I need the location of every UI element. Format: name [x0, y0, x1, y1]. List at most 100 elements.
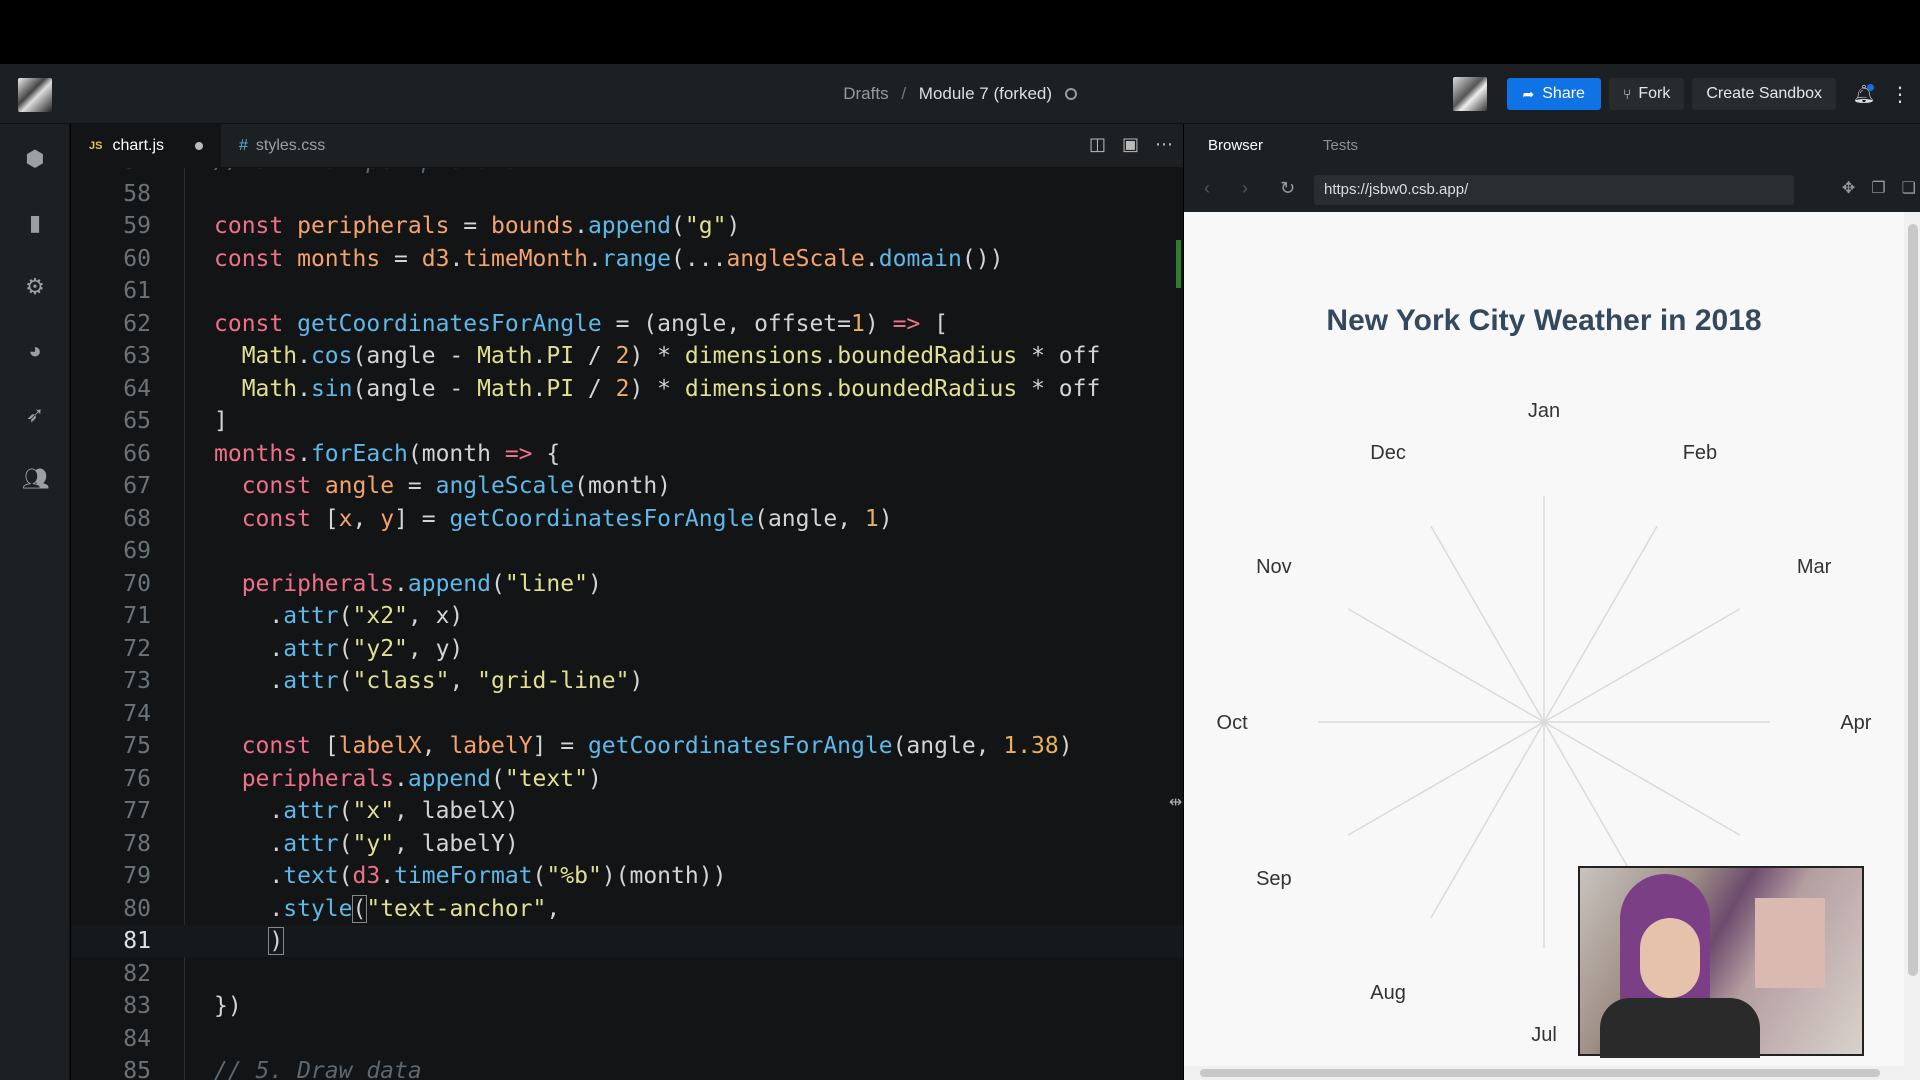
app-header: Drafts / Module 7 (forked) ➦ Share ⑂ For… — [0, 64, 1920, 124]
code-text: peripherals.append("line") — [241, 570, 602, 597]
activity-sidebar: ⬢ ▮ ⚙ ◕ ➶ 👥︎ — [0, 124, 70, 1080]
code-line[interactable]: 65] — [71, 405, 1183, 437]
code-line[interactable]: 63 Math.cos(angle - Math.PI / 2) * dimen… — [71, 340, 1183, 372]
tab-browser[interactable]: Browser — [1208, 124, 1263, 168]
fork-button[interactable]: ⑂ Fork — [1608, 78, 1685, 110]
line-number: 62 — [123, 310, 151, 337]
code-line[interactable]: 84 — [71, 1023, 1183, 1055]
tab-tests[interactable]: Tests — [1323, 124, 1358, 168]
code-line[interactable]: 77 .attr("x", labelX) — [71, 795, 1183, 827]
webcam-overlay — [1578, 866, 1864, 1058]
line-number: 64 — [123, 375, 151, 402]
code-text: ) — [268, 927, 285, 955]
code-text: // 5. Draw data — [214, 1058, 422, 1080]
horizontal-scrollbar[interactable] — [1184, 1066, 1920, 1080]
code-editor[interactable]: ⇹ 57// 3. Draw peripherals5859const peri… — [71, 168, 1183, 1080]
breadcrumb-root[interactable]: Drafts — [843, 84, 888, 103]
line-number: 57 — [71, 168, 151, 177]
code-text: const getCoordinatesForAngle = (angle, o… — [214, 310, 948, 337]
share-icon: ➦ — [1522, 85, 1535, 102]
globe-icon[interactable] — [1064, 88, 1077, 100]
code-line[interactable]: 72 .attr("y2", y) — [71, 633, 1183, 665]
line-number: 85 — [123, 1058, 151, 1080]
scrollbar-thumb[interactable] — [1200, 1069, 1880, 1077]
file-icon[interactable]: ▮ — [22, 210, 48, 236]
more-icon[interactable]: ⋯ — [1155, 134, 1173, 155]
line-number: 66 — [123, 440, 151, 467]
code-line[interactable]: 70 peripherals.append("line") — [71, 568, 1183, 600]
code-line[interactable]: 80 .style("text-anchor", — [71, 893, 1183, 925]
notification-dot — [1867, 84, 1874, 91]
users-icon[interactable]: 👥︎ — [22, 466, 50, 492]
code-text: const angle = angleScale(month) — [241, 473, 672, 499]
vertical-scrollbar[interactable] — [1904, 212, 1920, 1080]
code-line[interactable]: 78 .attr("y", labelY) — [71, 828, 1183, 860]
tab-styles-css[interactable]: # styles.css — [221, 124, 391, 168]
more-menu-button[interactable]: ⋮ — [1880, 78, 1920, 110]
code-line[interactable]: 71 .attr("x2", x) — [71, 600, 1183, 632]
code-line[interactable]: 76 peripherals.append("text") — [71, 763, 1183, 795]
copy-icon[interactable]: ❏ — [1902, 178, 1916, 198]
share-button-label: Share — [1542, 85, 1585, 102]
code-line[interactable]: 74 — [71, 698, 1183, 730]
line-number: 78 — [123, 830, 151, 857]
split-view-icon[interactable]: ◫ — [1089, 134, 1106, 155]
breadcrumb-separator: / — [901, 84, 907, 103]
code-line[interactable]: 66 months.forEach(month => { — [71, 438, 1183, 470]
share-button[interactable]: ➦ Share — [1506, 78, 1601, 110]
code-line[interactable]: 59 const peripherals = bounds.append("g") — [71, 210, 1183, 242]
code-line[interactable]: 75 const [labelX, labelY] = getCoordinat… — [71, 730, 1183, 762]
line-number: 80 — [123, 895, 151, 922]
create-sandbox-button[interactable]: Create Sandbox — [1692, 78, 1836, 110]
code-line[interactable]: 73 .attr("class", "grid-line") — [71, 665, 1183, 697]
code-line[interactable]: 85 // 5. Draw data — [71, 1055, 1183, 1080]
code-text: .attr("class", "grid-line") — [214, 668, 644, 694]
header-actions: ➦ Share ⑂ Fork Create Sandbox 🔔︎ ⋮ — [1452, 76, 1920, 112]
code-line[interactable]: 60 const months = d3.timeMonth.range(...a… — [71, 243, 1183, 275]
code-line[interactable]: 64 Math.sin(angle - Math.PI / 2) * dimen… — [71, 373, 1183, 405]
preview-window-icon[interactable]: ▣ — [1122, 134, 1139, 155]
line-number: 69 — [123, 538, 151, 564]
code-line[interactable]: 81 ) — [71, 925, 1183, 957]
code-text: }) — [214, 993, 242, 1019]
tab-label: chart.js — [112, 137, 165, 154]
forward-icon[interactable]: › — [1242, 178, 1248, 199]
expand-icon[interactable]: ✥ — [1842, 178, 1855, 198]
back-icon[interactable]: ‹ — [1204, 178, 1210, 199]
rocket-icon[interactable]: ➶ — [22, 402, 48, 428]
line-number: 60 — [123, 245, 151, 272]
line-number: 77 — [123, 798, 151, 824]
code-line[interactable]: 79 .text(d3.timeFormat("%b")(month)) — [71, 860, 1183, 892]
line-number: 74 — [123, 700, 151, 727]
code-line[interactable]: 67 const angle = angleScale(month) — [71, 470, 1183, 502]
code-text: Math.cos(angle - Math.PI / 2) * dimensio… — [241, 343, 1101, 369]
month-label: Jan — [1528, 400, 1560, 422]
line-number: 82 — [123, 960, 151, 987]
notifications-button[interactable]: 🔔︎ — [1848, 78, 1880, 110]
gear-icon[interactable]: ⚙ — [22, 274, 48, 300]
scrollbar-thumb[interactable] — [1908, 224, 1918, 976]
month-label: Mar — [1797, 556, 1832, 578]
tab-chart-js[interactable]: JS chart.js — [71, 124, 221, 168]
code-line[interactable]: 57 // 3. Draw peripherals — [71, 168, 1183, 177]
sandbox-title[interactable]: Module 7 (forked) — [919, 84, 1052, 103]
url-input[interactable]: https://jsbw0.csb.app/ — [1314, 175, 1794, 205]
code-line[interactable]: 58 — [71, 178, 1183, 210]
avatar[interactable] — [1452, 77, 1487, 111]
code-line[interactable]: 62 const getCoordinatesForAngle = (angle,… — [71, 308, 1183, 340]
line-number: 79 — [123, 863, 151, 889]
code-line[interactable]: 82 — [71, 958, 1183, 990]
code-line[interactable]: 68 const [x, y] = getCoordinatesForAngle… — [71, 503, 1183, 535]
line-number: 61 — [123, 278, 151, 304]
tab-label: styles.css — [255, 137, 326, 154]
cube-icon[interactable]: ⬢ — [22, 146, 48, 172]
code-line[interactable]: 61 — [71, 275, 1183, 307]
code-line[interactable]: 69 — [71, 535, 1183, 567]
line-number: 70 — [123, 570, 151, 597]
open-new-window-icon[interactable]: ❐ — [1871, 178, 1885, 198]
refresh-icon[interactable]: ↻ — [1280, 178, 1295, 199]
github-icon[interactable]: ◕ — [22, 338, 48, 364]
month-label: Oct — [1217, 712, 1249, 734]
code-line[interactable]: 83}) — [71, 990, 1183, 1022]
grid-line — [1543, 721, 1741, 836]
